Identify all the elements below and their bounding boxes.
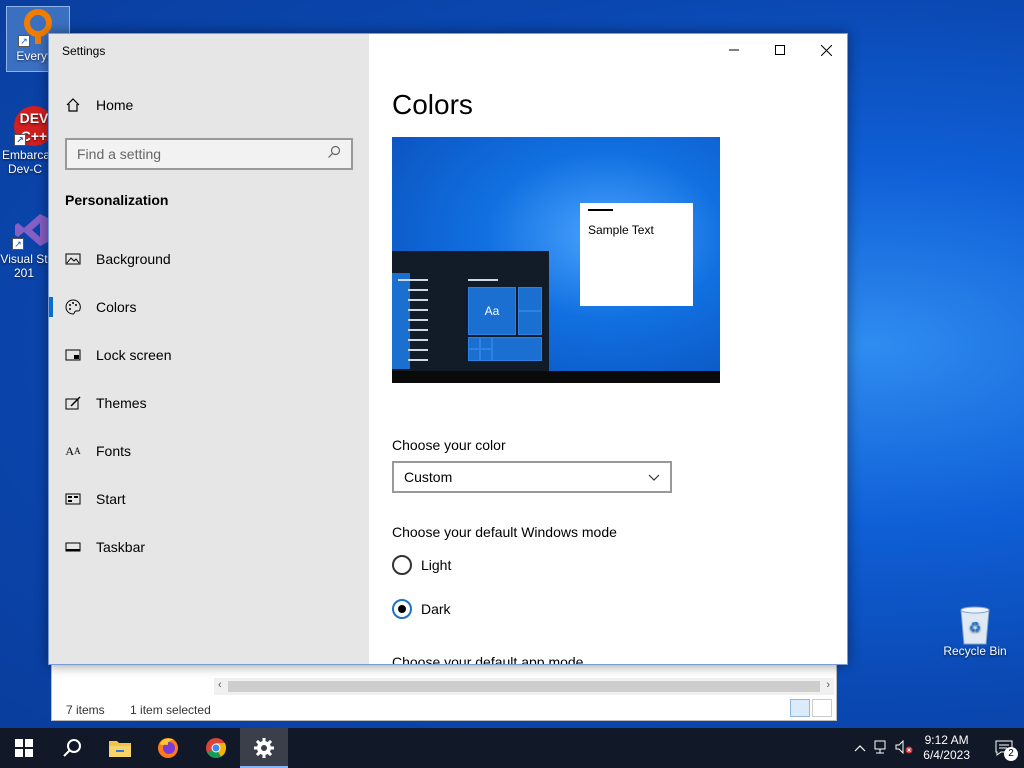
themes-icon <box>65 395 81 411</box>
home-icon <box>65 97 81 113</box>
sidebar-item-lock-screen[interactable]: Lock screen <box>49 331 369 379</box>
clock-date: 6/4/2023 <box>923 748 970 762</box>
chevron-down-icon <box>648 469 660 485</box>
search-box[interactable] <box>65 138 353 170</box>
taskbar-icon <box>65 539 81 555</box>
desktop-icon-label: Visual St 201 <box>0 252 48 280</box>
color-dropdown-value: Custom <box>404 469 453 485</box>
radio-dark-label: Dark <box>421 601 451 617</box>
recycle-bin-icon: ♻ <box>955 602 995 645</box>
status-item-count: 7 items <box>66 703 105 717</box>
sidebar-item-label: Taskbar <box>96 539 146 555</box>
sidebar-item-fonts[interactable]: AA Fonts <box>49 427 369 475</box>
desktop-icon-recycle-bin[interactable]: ♻ Recycle Bin <box>940 602 1010 658</box>
sidebar-item-themes[interactable]: Themes <box>49 379 369 427</box>
start-button[interactable] <box>0 728 48 768</box>
scrollbar-thumb[interactable] <box>228 681 820 692</box>
svg-text:♻: ♻ <box>969 619 982 635</box>
desktop-icon-label: Recycle Bin <box>943 644 1007 658</box>
sidebar-item-background[interactable]: Background <box>49 235 369 283</box>
chrome-icon <box>206 738 227 759</box>
chrome-button[interactable] <box>192 728 240 768</box>
file-explorer-icon <box>109 741 131 757</box>
taskbar: 9:12 AM 6/4/2023 2 <box>0 728 1024 768</box>
details-view-button[interactable] <box>790 699 810 717</box>
status-bar: 7 items 1 item selected <box>66 703 233 717</box>
radio-dark-control[interactable] <box>392 599 412 619</box>
sidebar-item-label: Background <box>96 251 171 267</box>
settings-sidebar: Settings Home Personalization Background… <box>49 34 369 664</box>
preview-window: Sample Text <box>580 203 693 306</box>
lock-screen-icon <box>65 347 81 363</box>
image-icon <box>65 251 81 267</box>
search-input[interactable] <box>77 146 327 162</box>
settings-window: Settings Home Personalization Background… <box>48 33 848 665</box>
firefox-icon <box>158 738 178 758</box>
nav-home-label: Home <box>96 97 134 113</box>
nav-home[interactable]: Home <box>65 97 133 113</box>
preview-start-menu: Aa <box>392 251 549 373</box>
sidebar-item-label: Start <box>96 491 126 507</box>
sidebar-item-taskbar[interactable]: Taskbar <box>49 523 369 571</box>
network-icon[interactable] <box>871 740 893 757</box>
visual-studio-icon: ↗ <box>12 210 52 250</box>
large-icons-view-button[interactable] <box>812 699 832 717</box>
windows-mode-label: Choose your default Windows mode <box>392 524 617 540</box>
sidebar-item-colors[interactable]: Colors <box>49 283 369 331</box>
system-tray: 9:12 AM 6/4/2023 2 <box>849 728 1024 768</box>
page-title: Colors <box>392 89 473 120</box>
radio-light-control[interactable] <box>392 555 412 575</box>
radio-dark[interactable]: Dark <box>392 599 451 619</box>
windows-logo-icon <box>15 739 33 757</box>
search-icon[interactable] <box>327 145 341 164</box>
sidebar-item-label: Themes <box>96 395 147 411</box>
section-title: Personalization <box>65 192 169 208</box>
color-dropdown[interactable]: Custom <box>392 461 672 493</box>
chevron-up-icon[interactable] <box>849 741 871 755</box>
action-center-button[interactable]: 2 <box>984 728 1024 768</box>
file-explorer-window: ‹ › 7 items 1 item selected <box>51 660 837 721</box>
app-mode-label: Choose your default app mode <box>392 654 584 665</box>
clock[interactable]: 9:12 AM 6/4/2023 <box>923 733 970 763</box>
scroll-left-icon[interactable]: ‹ <box>218 679 222 691</box>
nav-list: Background Colors Lock screen Themes AA … <box>49 235 369 571</box>
sidebar-item-label: Lock screen <box>96 347 172 363</box>
sidebar-item-label: Fonts <box>96 443 132 459</box>
fonts-icon: AA <box>65 443 81 458</box>
start-icon <box>65 491 81 507</box>
sidebar-item-label: Colors <box>96 299 137 315</box>
preview-sample-text: Sample Text <box>588 223 654 237</box>
search-icon <box>63 739 81 757</box>
file-explorer-button[interactable] <box>96 728 144 768</box>
radio-light-label: Light <box>421 557 452 573</box>
radio-light[interactable]: Light <box>392 555 451 575</box>
clock-time: 9:12 AM <box>924 733 969 747</box>
status-selection: 1 item selected <box>130 703 211 717</box>
scroll-right-icon[interactable]: › <box>826 679 830 691</box>
notification-badge: 2 <box>1004 747 1018 761</box>
preview-tile: Aa <box>468 287 516 335</box>
firefox-button[interactable] <box>144 728 192 768</box>
settings-icon <box>254 738 274 758</box>
settings-content: Colors Sample Text Aa Choose your color … <box>369 34 847 664</box>
settings-button[interactable] <box>240 728 288 768</box>
desktop-icon-label: Embarca Dev-C <box>2 148 48 176</box>
color-preview: Sample Text Aa <box>392 137 720 383</box>
horizontal-scrollbar[interactable]: ‹ › <box>214 678 834 695</box>
sidebar-item-start[interactable]: Start <box>49 475 369 523</box>
volume-muted-icon[interactable] <box>893 739 915 757</box>
search-button[interactable] <box>48 728 96 768</box>
palette-icon <box>65 299 81 315</box>
window-title: Settings <box>62 44 106 58</box>
preview-taskbar <box>392 371 720 383</box>
choose-color-label: Choose your color <box>392 437 506 453</box>
